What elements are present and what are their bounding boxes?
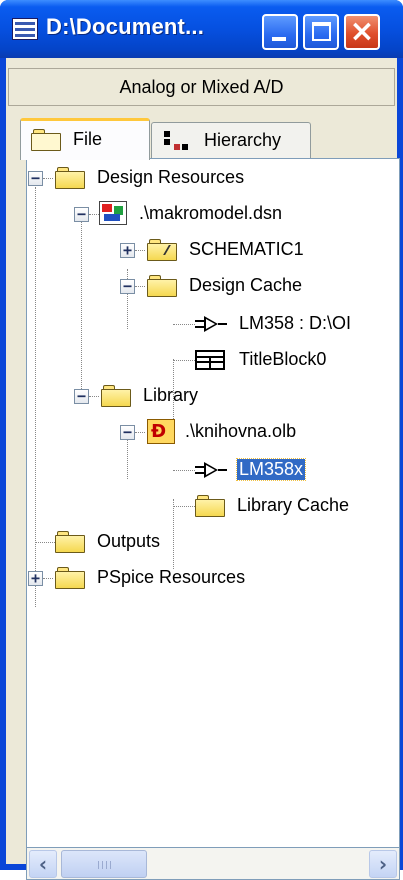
close-button[interactable]: ×	[344, 14, 380, 50]
tree-item-library-part[interactable]: LM358x	[27, 455, 397, 485]
tree-item-label: Library Cache	[237, 495, 350, 515]
maximize-button[interactable]	[303, 14, 339, 50]
window-client: Analog or Mixed A/D File Hierarchy − Des…	[6, 58, 400, 880]
tree-item-label: Library	[143, 385, 199, 405]
window-icon[interactable]	[12, 18, 38, 40]
grip-icon	[98, 861, 112, 869]
tree-item-label: Outputs	[97, 531, 161, 551]
expand-icon[interactable]: +	[28, 571, 43, 586]
project-type-header: Analog or Mixed A/D	[8, 68, 395, 106]
tree-item-library-cache[interactable]: Library Cache	[27, 491, 399, 521]
tab-hierarchy[interactable]: Hierarchy	[151, 122, 311, 158]
design-file-icon	[99, 201, 129, 227]
chevron-left-icon: ‹	[38, 852, 48, 876]
window-title: D:\Document...	[46, 14, 205, 39]
folder-icon	[31, 129, 63, 151]
folder-icon	[55, 167, 87, 189]
tree-item-cache-part[interactable]: LM358 : D:\OI	[27, 309, 399, 339]
tree-item-label: TitleBlock0	[239, 349, 327, 369]
scroll-thumb[interactable]	[61, 850, 147, 878]
folder-icon	[55, 531, 87, 553]
tree-item-design-resources[interactable]: − Design Resources	[27, 163, 397, 193]
folder-icon	[55, 567, 87, 589]
tree-item-library-file[interactable]: − Ð .\knihovna.olb	[27, 417, 397, 447]
scroll-right-button[interactable]: ›	[369, 850, 397, 878]
part-symbol-icon	[195, 315, 229, 333]
collapse-icon[interactable]: −	[120, 279, 135, 294]
library-file-icon: Ð	[147, 419, 177, 445]
tree-item-label: .\knihovna.olb	[185, 421, 297, 441]
schematic-folder-icon	[147, 239, 179, 261]
tree-item-schematic[interactable]: + SCHEMATIC1	[27, 235, 397, 265]
chevron-right-icon: ›	[378, 852, 388, 876]
tree-item-label: LM358 : D:\OI	[239, 313, 352, 333]
project-tree[interactable]: − Design Resources − .\makromodel.dsn + …	[26, 158, 400, 848]
tab-hierarchy-label: Hierarchy	[204, 130, 282, 150]
collapse-icon[interactable]: −	[74, 389, 89, 404]
tree-item-label: SCHEMATIC1	[189, 239, 304, 259]
tree-item-library[interactable]: − Library	[27, 381, 397, 411]
tree-item-label: .\makromodel.dsn	[139, 203, 283, 223]
tree-item-pspice-resources[interactable]: + PSpice Resources	[27, 563, 397, 593]
collapse-icon[interactable]: −	[120, 425, 135, 440]
tree-item-label: PSpice Resources	[97, 567, 246, 587]
folder-icon	[147, 275, 179, 297]
collapse-icon[interactable]: −	[28, 171, 43, 186]
horizontal-scrollbar[interactable]: ‹ ›	[26, 848, 400, 880]
scroll-left-button[interactable]: ‹	[29, 850, 57, 878]
tab-file-label: File	[73, 129, 103, 149]
tree-item-label: Design Resources	[97, 167, 245, 187]
part-symbol-icon	[195, 461, 229, 479]
expand-icon[interactable]: +	[120, 243, 135, 258]
title-bar[interactable]: D:\Document... ×	[0, 0, 403, 58]
tree-item-title-block[interactable]: TitleBlock0	[27, 345, 397, 375]
collapse-icon[interactable]: −	[74, 207, 89, 222]
folder-icon	[101, 385, 133, 407]
explorer-window: D:\Document... × Analog or Mixed A/D Fil…	[0, 0, 403, 880]
minimize-button[interactable]	[262, 14, 298, 50]
minimize-icon	[272, 37, 286, 41]
tree-item-outputs[interactable]: Outputs	[27, 527, 397, 557]
close-icon: ×	[349, 14, 375, 49]
hierarchy-icon	[162, 130, 190, 152]
tree-item-design-file[interactable]: − .\makromodel.dsn	[27, 199, 397, 229]
tree-item-label-selected: LM358x	[235, 458, 307, 481]
title-block-icon	[195, 350, 225, 370]
tree-item-design-cache[interactable]: − Design Cache	[27, 271, 397, 301]
maximize-icon	[312, 22, 331, 41]
tree-item-label: Design Cache	[189, 275, 303, 295]
tab-file[interactable]: File	[20, 118, 150, 160]
folder-icon	[195, 495, 227, 517]
